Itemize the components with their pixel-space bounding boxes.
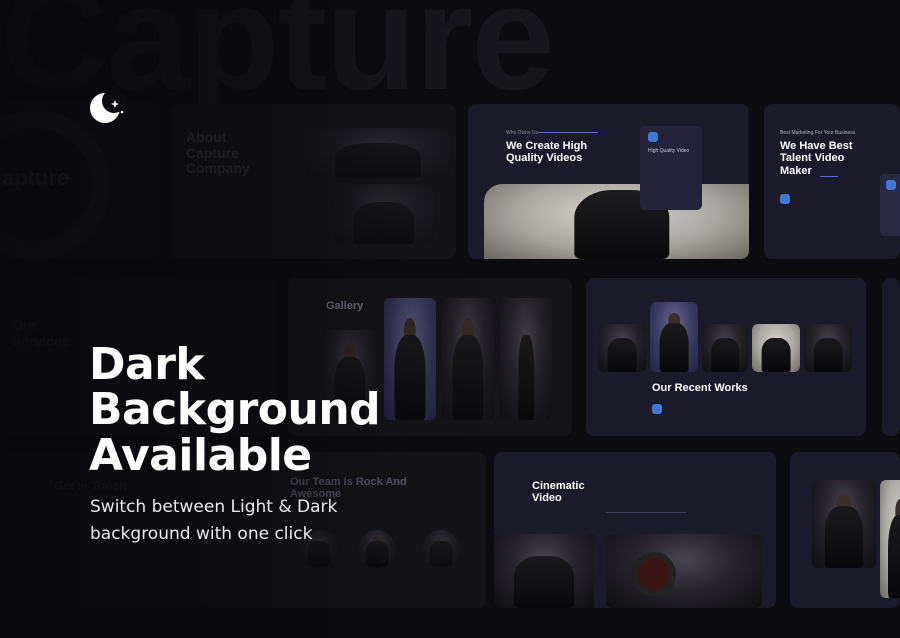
cinematic-photo-1: [494, 534, 594, 608]
slide-capture-logo: apture: [0, 100, 158, 260]
gallery-title: Gallery: [326, 300, 364, 312]
team-avatar-2: [358, 530, 396, 568]
about-photo-1: [306, 128, 450, 178]
about-photo-2: [334, 184, 434, 244]
about-title: About Capture Company: [186, 129, 250, 177]
headline-line-1: Dark: [89, 339, 205, 390]
slide-bottom-right: [790, 452, 900, 608]
works-title: Our Recent Works: [652, 382, 748, 394]
slide-works: Our Recent Works: [586, 278, 866, 436]
slide-cinematic: Cinematic Video: [494, 452, 776, 608]
talent-icon: [780, 194, 790, 204]
slide-talent: Best Marketing For Your Business We Have…: [764, 104, 900, 259]
slide-edge-right: [882, 278, 900, 436]
talent-title: We Have Best Talent Video Maker: [780, 140, 853, 177]
slide-about: About Capture Company: [170, 104, 456, 259]
works-photo-4: [752, 324, 800, 372]
gallery-photo-3: [442, 298, 494, 420]
video-card: High Quality Video: [640, 126, 702, 210]
subheadline: Switch between Light & Dark background w…: [90, 494, 337, 548]
br-photo-1: [812, 480, 876, 568]
video-title: We Create High Quality Videos: [506, 140, 588, 165]
video-rule: [538, 132, 598, 133]
gallery-photo-4: [500, 298, 552, 420]
headline: Dark Background Available: [89, 339, 381, 481]
talent-rule: [820, 176, 838, 177]
talent-eyebrow: Best Marketing For Your Business: [780, 130, 856, 136]
talent-card-icon: [886, 180, 896, 190]
capture-logo-text: apture: [2, 165, 70, 190]
works-photo-5: [804, 324, 852, 372]
works-photo-3: [702, 324, 748, 372]
cinematic-photo-2: [606, 534, 762, 608]
cinematic-title: Cinematic Video: [532, 480, 585, 505]
play-icon: [648, 132, 658, 142]
moon-star-icon: [88, 88, 128, 128]
subheadline-line-1: Switch between Light & Dark: [90, 497, 338, 517]
background-word: Capture: [0, 0, 555, 121]
subheadline-line-2: background with one click: [90, 524, 313, 545]
talent-card: [880, 174, 900, 236]
services-title: Our Services: [12, 317, 70, 349]
works-photo-1: [598, 324, 646, 372]
cinematic-rule: [606, 512, 686, 513]
gallery-photo-2: [384, 298, 436, 420]
br-photo-2: [880, 480, 900, 598]
works-icon: [652, 404, 662, 414]
video-photo: [484, 184, 749, 259]
team-avatar-3: [422, 530, 460, 568]
works-photo-2: [650, 302, 698, 372]
video-card-title: High Quality Video: [648, 148, 690, 154]
headline-line-3: Available: [89, 429, 312, 481]
slide-video: Who Owns Us We Create High Quality Video…: [468, 104, 749, 259]
lens-shape: [632, 552, 676, 596]
headline-line-2: Background: [89, 384, 381, 436]
contact-title: Get In Touch: [54, 479, 127, 493]
video-eyebrow: Who Owns Us: [506, 130, 538, 136]
